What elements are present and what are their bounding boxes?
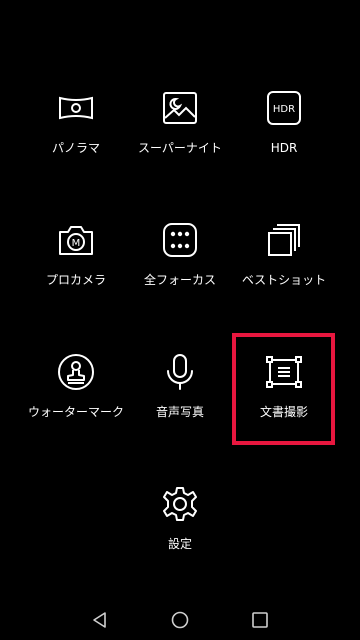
mode-pro-camera[interactable]: M プロカメラ: [16, 220, 136, 330]
microphone-icon: [160, 352, 200, 392]
panorama-icon: [56, 88, 96, 128]
mode-label: 設定: [167, 537, 192, 551]
mode-audio-photo[interactable]: 音声写真: [120, 352, 240, 462]
mode-label: スーパーナイト: [138, 141, 222, 155]
back-triangle-icon: [90, 610, 110, 630]
hdr-icon-text: HDR: [273, 104, 295, 115]
recents-square-icon: [250, 610, 270, 630]
mode-super-night[interactable]: スーパーナイト: [120, 88, 240, 198]
mode-label: HDR: [270, 141, 298, 155]
all-focus-icon: [160, 220, 200, 260]
hdr-icon: HDR: [264, 88, 304, 128]
mode-hdr[interactable]: HDR HDR: [224, 88, 344, 198]
mode-panorama[interactable]: パノラマ: [16, 88, 136, 198]
watermark-stamp-icon: [56, 352, 96, 392]
mode-label: パノラマ: [51, 141, 100, 155]
mode-best-shot[interactable]: ベストショット: [224, 220, 344, 330]
mode-label: 音声写真: [155, 405, 204, 419]
mode-label: 全フォーカス: [143, 273, 216, 287]
settings-gear-icon: [160, 484, 200, 524]
pro-camera-icon-text: M: [72, 238, 81, 249]
mode-settings[interactable]: 設定: [120, 484, 240, 594]
home-button[interactable]: [170, 610, 190, 630]
mode-all-focus[interactable]: 全フォーカス: [120, 220, 240, 330]
best-shot-icon: [264, 220, 304, 260]
pro-camera-icon: M: [56, 220, 96, 260]
mode-watermark[interactable]: ウォーターマーク: [16, 352, 136, 462]
recents-button[interactable]: [250, 610, 270, 630]
system-navigation-bar: [0, 600, 360, 640]
document-scan-icon: [264, 352, 304, 392]
mode-document-scan[interactable]: 文書撮影: [224, 352, 344, 462]
night-landscape-icon: [160, 88, 200, 128]
mode-label: ウォーターマーク: [27, 405, 124, 419]
mode-label: ベストショット: [241, 273, 327, 287]
mode-label: プロカメラ: [45, 273, 106, 287]
mode-label: 文書撮影: [259, 405, 308, 419]
home-circle-icon: [170, 610, 190, 630]
back-button[interactable]: [90, 610, 110, 630]
